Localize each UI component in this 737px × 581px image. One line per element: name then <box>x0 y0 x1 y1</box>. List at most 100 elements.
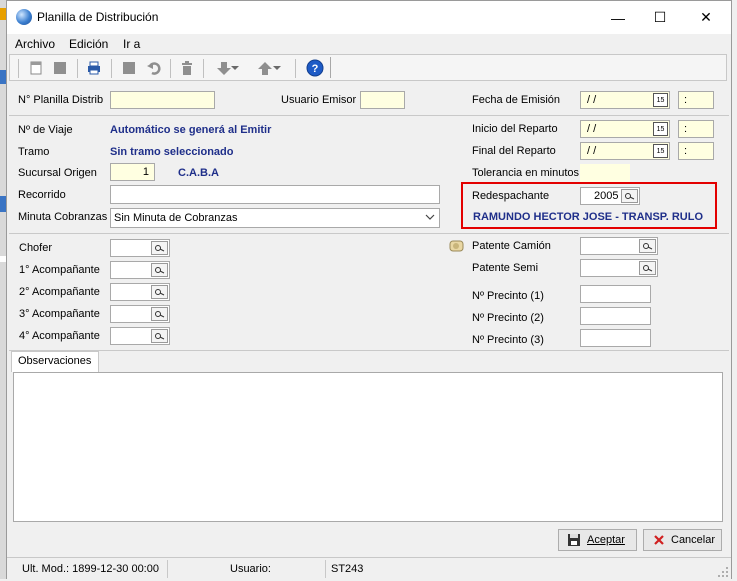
tramo-label: Tramo <box>18 146 50 158</box>
last-modified-text: Ult. Mod.: 1899-12-30 00:00 <box>22 563 159 575</box>
close-icon: ✕ <box>700 9 712 25</box>
inicio-reparto-time-input[interactable]: : <box>678 120 714 138</box>
acomp1-input[interactable] <box>110 261 170 279</box>
patente-semi-input[interactable] <box>580 259 658 277</box>
undo-icon[interactable] <box>145 59 163 77</box>
delete-icon[interactable] <box>178 59 196 77</box>
inicio-reparto-input[interactable]: / / 15 <box>580 120 670 138</box>
tolerancia-label: Tolerancia en minutos <box>472 167 580 179</box>
calendar-icon[interactable]: 15 <box>653 144 668 158</box>
precinto1-label: Nº Precinto (1) <box>472 290 544 302</box>
minuta-select[interactable]: Sin Minuta de Cobranzas <box>110 208 440 228</box>
save-icon[interactable] <box>51 59 69 77</box>
form-panel: N° Planilla Distrib Usuario Emisor Fecha… <box>9 84 729 349</box>
acomp3-input[interactable] <box>110 305 170 323</box>
lookup-icon[interactable] <box>639 261 656 275</box>
redespachante-input[interactable]: 2005 <box>580 187 640 205</box>
accept-button[interactable]: Aceptar <box>558 529 637 551</box>
lookup-icon[interactable] <box>151 263 168 277</box>
calendar-icon[interactable]: 15 <box>653 93 668 107</box>
sucursal-label: Sucursal Origen <box>18 167 97 179</box>
final-reparto-time-input[interactable]: : <box>678 142 714 160</box>
usuario-emisor-label: Usuario Emisor <box>281 94 357 106</box>
cancel-x-icon <box>653 534 665 546</box>
sucursal-input[interactable]: 1 <box>110 163 155 181</box>
divider <box>9 233 729 234</box>
lookup-icon[interactable] <box>639 239 656 253</box>
planilla-window: Planilla de Distribución — ☐ ✕ Archivo E… <box>6 0 732 579</box>
tab-observaciones-label: Observaciones <box>18 355 92 367</box>
cancel-button[interactable]: Cancelar <box>643 529 722 551</box>
precinto1-input[interactable] <box>580 285 651 303</box>
viaje-value: Automático se generá al Emitir <box>110 124 272 136</box>
planilla-label: N° Planilla Distrib <box>18 94 104 106</box>
chofer-label: Chofer <box>19 242 53 254</box>
acomp1-label: 1° Acompañante <box>19 264 100 276</box>
lookup-icon[interactable] <box>151 241 168 255</box>
redespachante-name: RAMUNDO HECTOR JOSE - TRANSP. RULO <box>473 211 704 223</box>
lookup-icon[interactable] <box>621 189 638 203</box>
chevron-down-icon <box>425 210 435 227</box>
final-reparto-label: Final del Reparto <box>472 145 556 157</box>
maximize-icon: ☐ <box>653 9 667 25</box>
divider <box>9 350 729 351</box>
patente-semi-label: Patente Semi <box>472 262 539 274</box>
minimize-button[interactable]: — <box>595 1 641 34</box>
usuario-emisor-input[interactable] <box>360 91 405 109</box>
fecha-emision-input[interactable]: / / 15 <box>580 91 670 109</box>
acomp4-input[interactable] <box>110 327 170 345</box>
window-title: Planilla de Distribución <box>37 10 159 24</box>
precinto3-input[interactable] <box>580 329 651 347</box>
fecha-emision-time-input[interactable]: : <box>678 91 714 109</box>
lookup-icon[interactable] <box>151 329 168 343</box>
status-bar: Ult. Mod.: 1899-12-30 00:00 Usuario: ST2… <box>7 557 731 579</box>
planilla-input[interactable] <box>110 91 215 109</box>
observaciones-textarea[interactable] <box>13 372 723 522</box>
title-bar: Planilla de Distribución — ☐ ✕ <box>7 1 731 34</box>
viaje-label: Nº de Viaje <box>18 124 73 136</box>
svg-text:?: ? <box>312 63 319 75</box>
arrow-down-dropdown-icon[interactable] <box>230 59 240 77</box>
precinto2-input[interactable] <box>580 307 651 325</box>
accept-label: Aceptar <box>587 534 625 546</box>
arrow-up-dropdown-icon[interactable] <box>272 59 282 77</box>
stop-icon[interactable] <box>120 59 138 77</box>
new-icon[interactable] <box>27 59 45 77</box>
help-icon[interactable]: ? <box>306 59 324 77</box>
precinto3-label: Nº Precinto (3) <box>472 334 544 346</box>
sucursal-name: C.A.B.A <box>178 167 219 179</box>
precinto2-label: Nº Precinto (2) <box>472 312 544 324</box>
acomp3-label: 3° Acompañante <box>19 308 100 320</box>
menu-ir-a[interactable]: Ir a <box>123 37 140 51</box>
cancel-label: Cancelar <box>671 534 716 546</box>
inicio-reparto-label: Inicio del Reparto <box>472 123 558 135</box>
calendar-icon[interactable]: 15 <box>653 122 668 136</box>
tramo-value: Sin tramo seleccionado <box>110 146 234 158</box>
menu-archivo[interactable]: Archivo <box>15 37 55 51</box>
usuario-status-value: ST243 <box>331 563 364 575</box>
chofer-input[interactable] <box>110 239 170 257</box>
lookup-icon[interactable] <box>151 285 168 299</box>
final-reparto-input[interactable]: / / 15 <box>580 142 670 160</box>
truck-icon[interactable] <box>449 239 465 253</box>
resize-grip-icon[interactable] <box>717 566 729 578</box>
usuario-status-label: Usuario: <box>230 563 271 575</box>
acomp2-input[interactable] <box>110 283 170 301</box>
minimize-icon: — <box>611 9 625 26</box>
acomp4-label: 4° Acompañante <box>19 330 100 342</box>
lookup-icon[interactable] <box>151 307 168 321</box>
close-button[interactable]: ✕ <box>683 1 729 34</box>
recorrido-label: Recorrido <box>18 189 66 201</box>
tab-observaciones[interactable]: Observaciones <box>11 351 99 372</box>
tolerancia-input[interactable] <box>580 164 630 182</box>
patente-camion-label: Patente Camión <box>472 240 551 252</box>
menu-edicion[interactable]: Edición <box>69 37 108 51</box>
floppy-disk-icon <box>567 533 581 547</box>
minuta-label: Minuta Cobranzas <box>18 211 108 223</box>
maximize-button[interactable]: ☐ <box>637 1 683 34</box>
fecha-emision-label: Fecha de Emisión <box>472 94 561 106</box>
toolbar: ? <box>9 54 727 81</box>
print-icon[interactable] <box>85 59 103 77</box>
recorrido-input[interactable] <box>110 185 440 204</box>
patente-camion-input[interactable] <box>580 237 658 255</box>
